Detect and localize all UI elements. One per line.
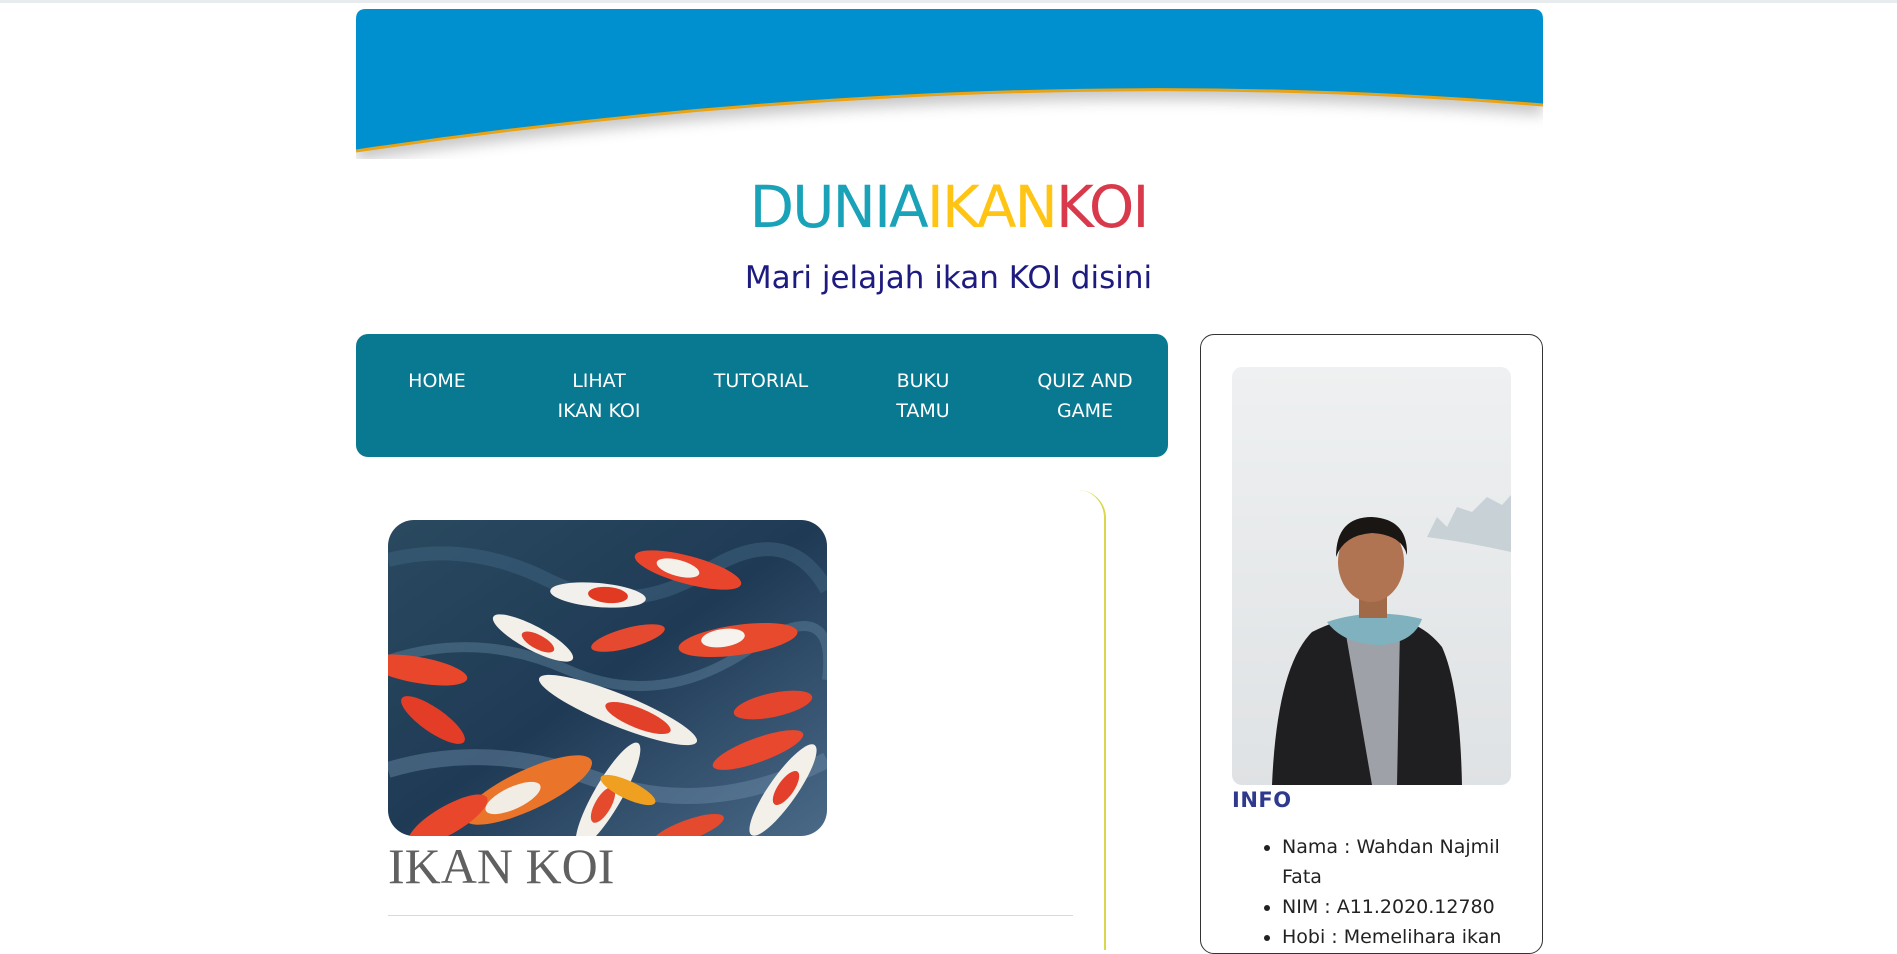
- header-banner: [356, 9, 1543, 159]
- nav-quiz-and-game[interactable]: QUIZ AND GAME: [1004, 334, 1166, 457]
- content-divider: [388, 915, 1073, 916]
- site-title: DUNIAIKANKOI: [0, 172, 1897, 242]
- nav-quiz-and-game-line1: QUIZ AND: [1037, 370, 1133, 392]
- info-item-nama: Nama : Wahdan Najmil Fata: [1282, 832, 1522, 892]
- info-item-nim: NIM : A11.2020.12780: [1282, 892, 1522, 922]
- site-title-koi: KOI: [1055, 173, 1150, 241]
- nav-tutorial[interactable]: TUTORIAL: [680, 334, 842, 457]
- nav-lihat-ikan-koi-line1: LIHAT: [572, 370, 626, 392]
- main-navbar: HOME LIHAT IKAN KOI TUTORIAL BUKU TAMU Q…: [356, 334, 1168, 457]
- nav-tutorial-label: TUTORIAL: [713, 370, 809, 392]
- nav-lihat-ikan-koi-line2: IKAN KOI: [557, 400, 641, 422]
- nav-buku-tamu-line1: BUKU: [896, 370, 950, 392]
- info-list: Nama : Wahdan Najmil Fata NIM : A11.2020…: [1232, 832, 1522, 952]
- nav-buku-tamu[interactable]: BUKU TAMU: [842, 334, 1004, 457]
- nav-home[interactable]: HOME: [356, 334, 518, 457]
- info-heading: INFO: [1232, 788, 1292, 812]
- nav-buku-tamu-line2: TAMU: [896, 400, 950, 422]
- browser-top-line: [0, 0, 1897, 3]
- site-title-dunia: DUNIA: [749, 173, 928, 241]
- koi-pond-image: [388, 520, 827, 836]
- nav-lihat-ikan-koi[interactable]: LIHAT IKAN KOI: [518, 334, 680, 457]
- content-heading: IKAN KOI: [388, 838, 615, 894]
- profile-photo: [1232, 367, 1511, 785]
- nav-quiz-and-game-line2: GAME: [1056, 400, 1114, 422]
- info-item-hobi: Hobi : Memelihara ikan: [1282, 922, 1522, 952]
- site-title-ikan: IKAN: [926, 173, 1058, 241]
- nav-home-label: HOME: [408, 370, 466, 392]
- site-subtitle: Mari jelajah ikan KOI disini: [744, 260, 1153, 296]
